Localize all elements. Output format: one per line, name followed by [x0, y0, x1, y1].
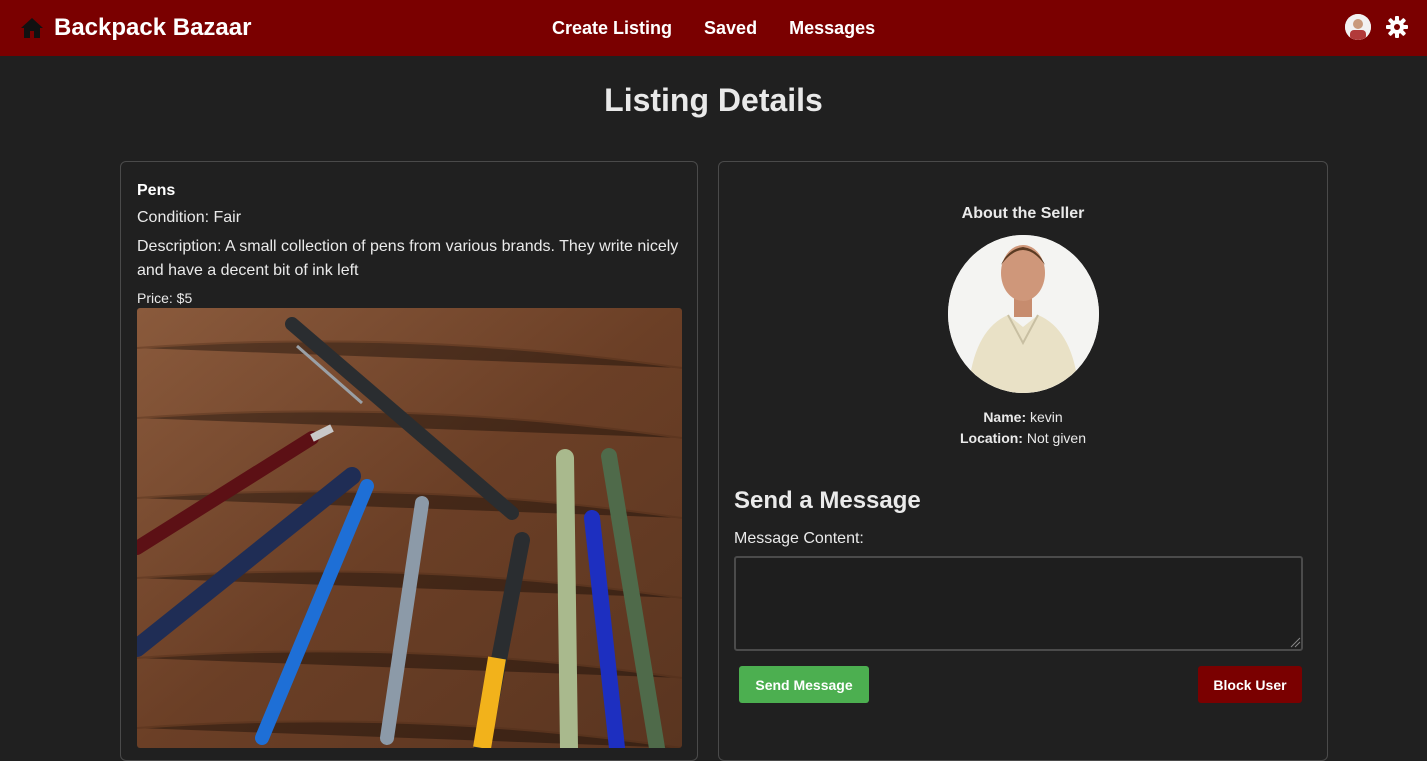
- nav-links: Create Listing Saved Messages: [552, 16, 907, 40]
- seller-heading: About the Seller: [961, 205, 1085, 222]
- gear-icon[interactable]: [1385, 15, 1409, 39]
- send-message-button[interactable]: Send Message: [739, 666, 869, 703]
- brand[interactable]: Backpack Bazaar: [20, 12, 251, 44]
- top-navbar: Backpack Bazaar Create Listing Saved Mes…: [0, 0, 1427, 56]
- seller-card: About the Seller Name: kevin Location: N…: [718, 161, 1328, 761]
- listing-card: Pens Condition: Fair Description: A smal…: [120, 161, 698, 761]
- nav-create-listing[interactable]: Create Listing: [552, 16, 672, 40]
- brand-title[interactable]: Backpack Bazaar: [54, 12, 251, 44]
- resize-grip-icon[interactable]: [1289, 636, 1301, 648]
- seller-location-label: Location:: [959, 430, 1023, 446]
- listing-name: Pens: [137, 182, 176, 199]
- listing-description: Description: A small collection of pens …: [137, 238, 679, 279]
- nav-saved[interactable]: Saved: [704, 16, 757, 40]
- message-content-label: Message Content:: [734, 530, 864, 547]
- nav-messages[interactable]: Messages: [789, 16, 875, 40]
- block-user-button[interactable]: Block User: [1198, 666, 1302, 703]
- seller-avatar: [948, 235, 1099, 393]
- seller-location-row: Location: Not given: [719, 430, 1327, 446]
- listing-condition: Condition: Fair: [137, 209, 242, 226]
- seller-name: kevin: [1030, 409, 1063, 425]
- listing-price: Price: $5: [137, 290, 193, 306]
- listing-photo: [137, 308, 682, 748]
- avatar[interactable]: [1345, 14, 1371, 40]
- send-message-heading: Send a Message: [734, 487, 921, 514]
- home-icon[interactable]: [20, 16, 44, 40]
- page-title: Listing Details: [604, 82, 823, 118]
- seller-name-label: Name:: [983, 409, 1027, 425]
- seller-location: Not given: [1026, 430, 1087, 446]
- message-content-textarea[interactable]: [734, 556, 1303, 651]
- nav-right: [1345, 14, 1409, 40]
- seller-name-row: Name: kevin: [719, 409, 1327, 425]
